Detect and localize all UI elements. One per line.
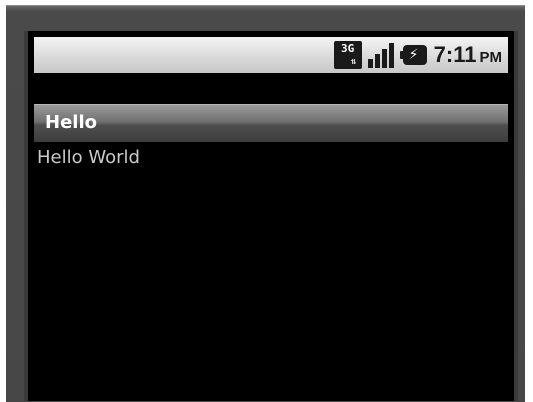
status-clock: 7:11 PM [434,42,502,68]
clock-ampm: PM [479,49,503,66]
network-type-label: 3G [341,42,355,55]
data-activity-arrows: ⇅ [350,57,357,67]
signal-strength-icon [367,42,394,68]
signal-bar-3 [381,49,387,68]
charging-bolt-icon: ⚡ [408,47,419,63]
app-title: Hello [45,112,97,133]
hello-world-text: Hello World [37,147,140,168]
status-bar: 3G ⇅ ⚡ 7:11 PM [34,37,508,73]
signal-bar-4 [388,43,394,68]
emulator-window: 3G ⇅ ⚡ 7:11 PM Hello Hello World [0,0,533,402]
signal-bar-1 [367,59,373,68]
device-screen: 3G ⇅ ⚡ 7:11 PM Hello Hello World [24,31,518,401]
3g-data-icon: 3G ⇅ [333,41,362,69]
app-title-bar: Hello [34,104,508,142]
clock-time: 7:11 [433,42,477,67]
battery-charging-icon: ⚡ [399,45,428,65]
signal-bar-2 [374,54,380,68]
screen-content: 3G ⇅ ⚡ 7:11 PM Hello Hello World [28,31,514,401]
